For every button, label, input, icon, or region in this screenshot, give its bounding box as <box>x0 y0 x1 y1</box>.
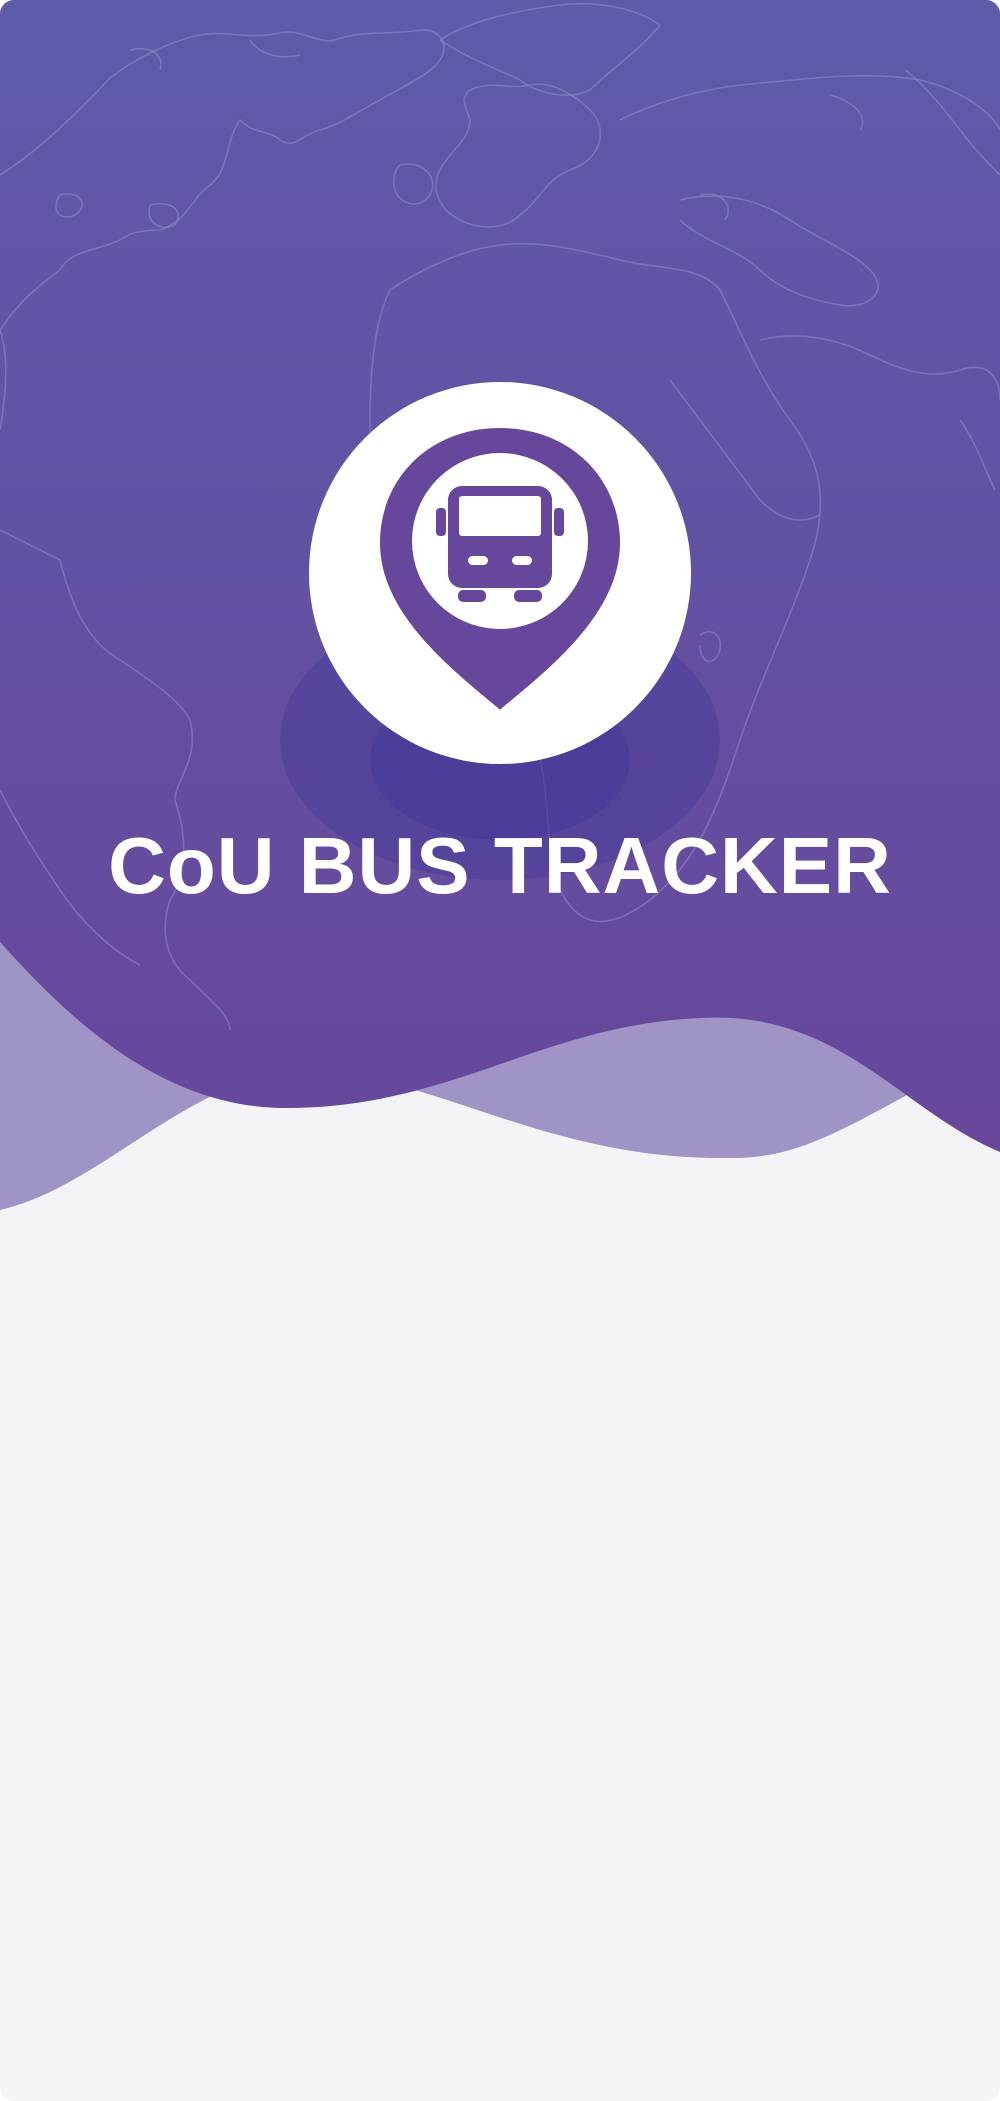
map-pin-bus-icon <box>380 428 620 710</box>
app-logo <box>309 382 691 764</box>
app-title: CoU BUS TRACKER <box>108 821 892 910</box>
splash-screen: CoU BUS TRACKER <box>0 0 1000 2101</box>
